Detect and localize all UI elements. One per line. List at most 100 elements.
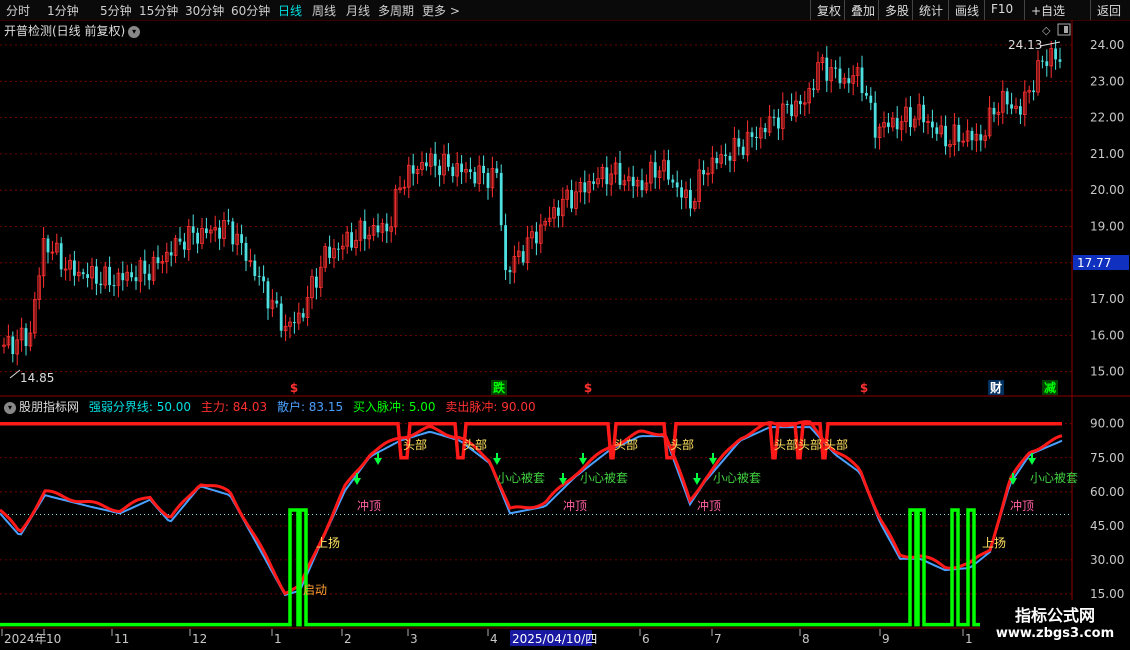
price-tick-label: 21.00 — [1090, 147, 1124, 161]
candle-body-up — [1014, 105, 1018, 109]
candle-body-up — [371, 225, 376, 236]
candle-body-up — [855, 67, 860, 77]
candle-body-up — [543, 220, 547, 226]
date-cursor-bg — [510, 630, 592, 646]
tab-1min[interactable]: 1分钟 — [47, 2, 79, 19]
indicator-lines — [0, 420, 1063, 627]
top-label: 头部 — [798, 437, 822, 452]
multi-stock-button[interactable]: 多股 — [878, 0, 915, 20]
chevron-down-icon[interactable]: ▾ — [4, 401, 16, 414]
candle-body-down — [169, 252, 173, 256]
indicator-grid — [0, 423, 1072, 595]
tab-more[interactable]: 更多 > — [422, 2, 460, 19]
tab-60min[interactable]: 60分钟 — [231, 2, 270, 19]
candle-body-up — [512, 256, 517, 273]
candle-body-down — [279, 303, 283, 331]
tab-weekly[interactable]: 周线 — [312, 2, 336, 19]
candle-body-up — [464, 168, 468, 173]
candle-body-up — [490, 168, 495, 189]
candle-body-up — [961, 140, 965, 143]
candle-body-up — [891, 117, 895, 128]
event-marker: $ — [584, 381, 592, 395]
buy-arrow-icon — [374, 458, 382, 465]
event-markers: $ 跌 $ $ 财 减 — [290, 380, 1058, 395]
tab-multi-period[interactable]: 多周期 — [378, 2, 414, 19]
period-toolbar: 分时 1分钟 5分钟 15分钟 30分钟 60分钟 日线 周线 月线 多周期 更… — [0, 0, 1130, 21]
draw-button[interactable]: 画线 — [948, 0, 985, 20]
tab-15min[interactable]: 15分钟 — [139, 2, 178, 19]
candle-body-down — [715, 158, 719, 164]
tab-daily[interactable]: 日线 — [278, 2, 302, 19]
candle-body-up — [125, 271, 130, 281]
candle-body-down — [218, 227, 221, 239]
candle-body-down — [1032, 90, 1035, 93]
add-watchlist-button[interactable]: +自选 — [1024, 0, 1071, 20]
candle-body-up — [55, 242, 59, 253]
diamond-icon[interactable]: ◇ — [1042, 24, 1051, 37]
candle-body-down — [755, 136, 758, 138]
top-label: 头部 — [463, 437, 487, 452]
candle-body-up — [208, 229, 213, 234]
buy-arrow-icon — [693, 478, 701, 485]
candle-body-down — [640, 180, 644, 191]
top-label: 头部 — [774, 437, 798, 452]
event-marker: 财 — [989, 380, 1002, 395]
candle-body-up — [288, 321, 292, 327]
candle-body-up — [939, 125, 943, 135]
indicator-name: 股朋指标网 — [19, 400, 80, 414]
chevron-down-icon[interactable]: ▾ — [128, 25, 141, 38]
overlay-button[interactable]: 叠加 — [844, 0, 881, 20]
candle-body-down — [618, 162, 622, 185]
f10-button[interactable]: F10 — [984, 0, 1019, 20]
candle-body-down — [860, 67, 864, 93]
candle-body-up — [983, 135, 987, 141]
date-tick-label: 9 — [882, 632, 890, 646]
candle-body-down — [1058, 59, 1062, 62]
adjust-button[interactable]: 复权 — [810, 0, 847, 20]
date-tick-label: 3 — [410, 632, 418, 646]
candle-body-down — [675, 182, 679, 188]
date-tick-label: 12 — [192, 632, 207, 646]
buy-arrow-icon — [1009, 478, 1017, 485]
candle-body-up — [530, 231, 534, 239]
candle-body-down — [741, 146, 745, 155]
price-tick-label: 19.00 — [1090, 220, 1124, 234]
buy-arrow-icon — [353, 478, 361, 485]
price-tick-label: 20.00 — [1090, 183, 1124, 197]
candle-body-up — [77, 271, 81, 277]
indicator-tick-label: 75.00 — [1090, 451, 1124, 465]
price-tick-label: 15.00 — [1090, 365, 1124, 379]
candle-body-up — [323, 246, 327, 268]
event-marker: $ — [860, 381, 868, 395]
candle-body-down — [750, 132, 754, 137]
indicator-title-bar: ▾ 股朋指标网 强弱分界线: 50.00 主力: 84.03 散户: 83.15 … — [4, 398, 542, 415]
candle-body-down — [240, 234, 243, 243]
tab-intraday[interactable]: 分时 — [6, 2, 30, 19]
candle-body-up — [200, 228, 204, 244]
candle-body-down — [293, 322, 296, 324]
candle-body-up — [917, 104, 921, 120]
candle-body-up — [455, 163, 459, 177]
candle-body-down — [24, 328, 28, 347]
top-label: 头部 — [614, 437, 638, 452]
candle-body-down — [1041, 60, 1044, 62]
candle-body-up — [358, 220, 363, 241]
tab-5min[interactable]: 5分钟 — [100, 2, 132, 19]
indicator-axis: 90.00 75.00 60.00 45.00 30.00 15.00 — [1090, 417, 1124, 601]
candle-body-down — [328, 246, 331, 258]
buy-arrow-icon — [559, 478, 567, 485]
panel-toggle-icon[interactable] — [1057, 23, 1071, 36]
stats-button[interactable]: 统计 — [912, 0, 949, 20]
candle-body-down — [257, 275, 261, 277]
back-button[interactable]: 返回 — [1090, 0, 1127, 20]
candle-body-down — [134, 277, 138, 282]
candle-body-up — [398, 187, 402, 190]
candle-body-down — [865, 92, 868, 96]
candle-body-down — [143, 260, 147, 274]
candle-body-up — [697, 169, 701, 202]
tab-monthly[interactable]: 月线 — [346, 2, 370, 19]
tab-30min[interactable]: 30分钟 — [185, 2, 224, 19]
candle-body-up — [1049, 48, 1054, 67]
watermark-logo: 指标公式网 www.zbgs3.com — [980, 600, 1130, 650]
candle-body-up — [803, 102, 807, 105]
